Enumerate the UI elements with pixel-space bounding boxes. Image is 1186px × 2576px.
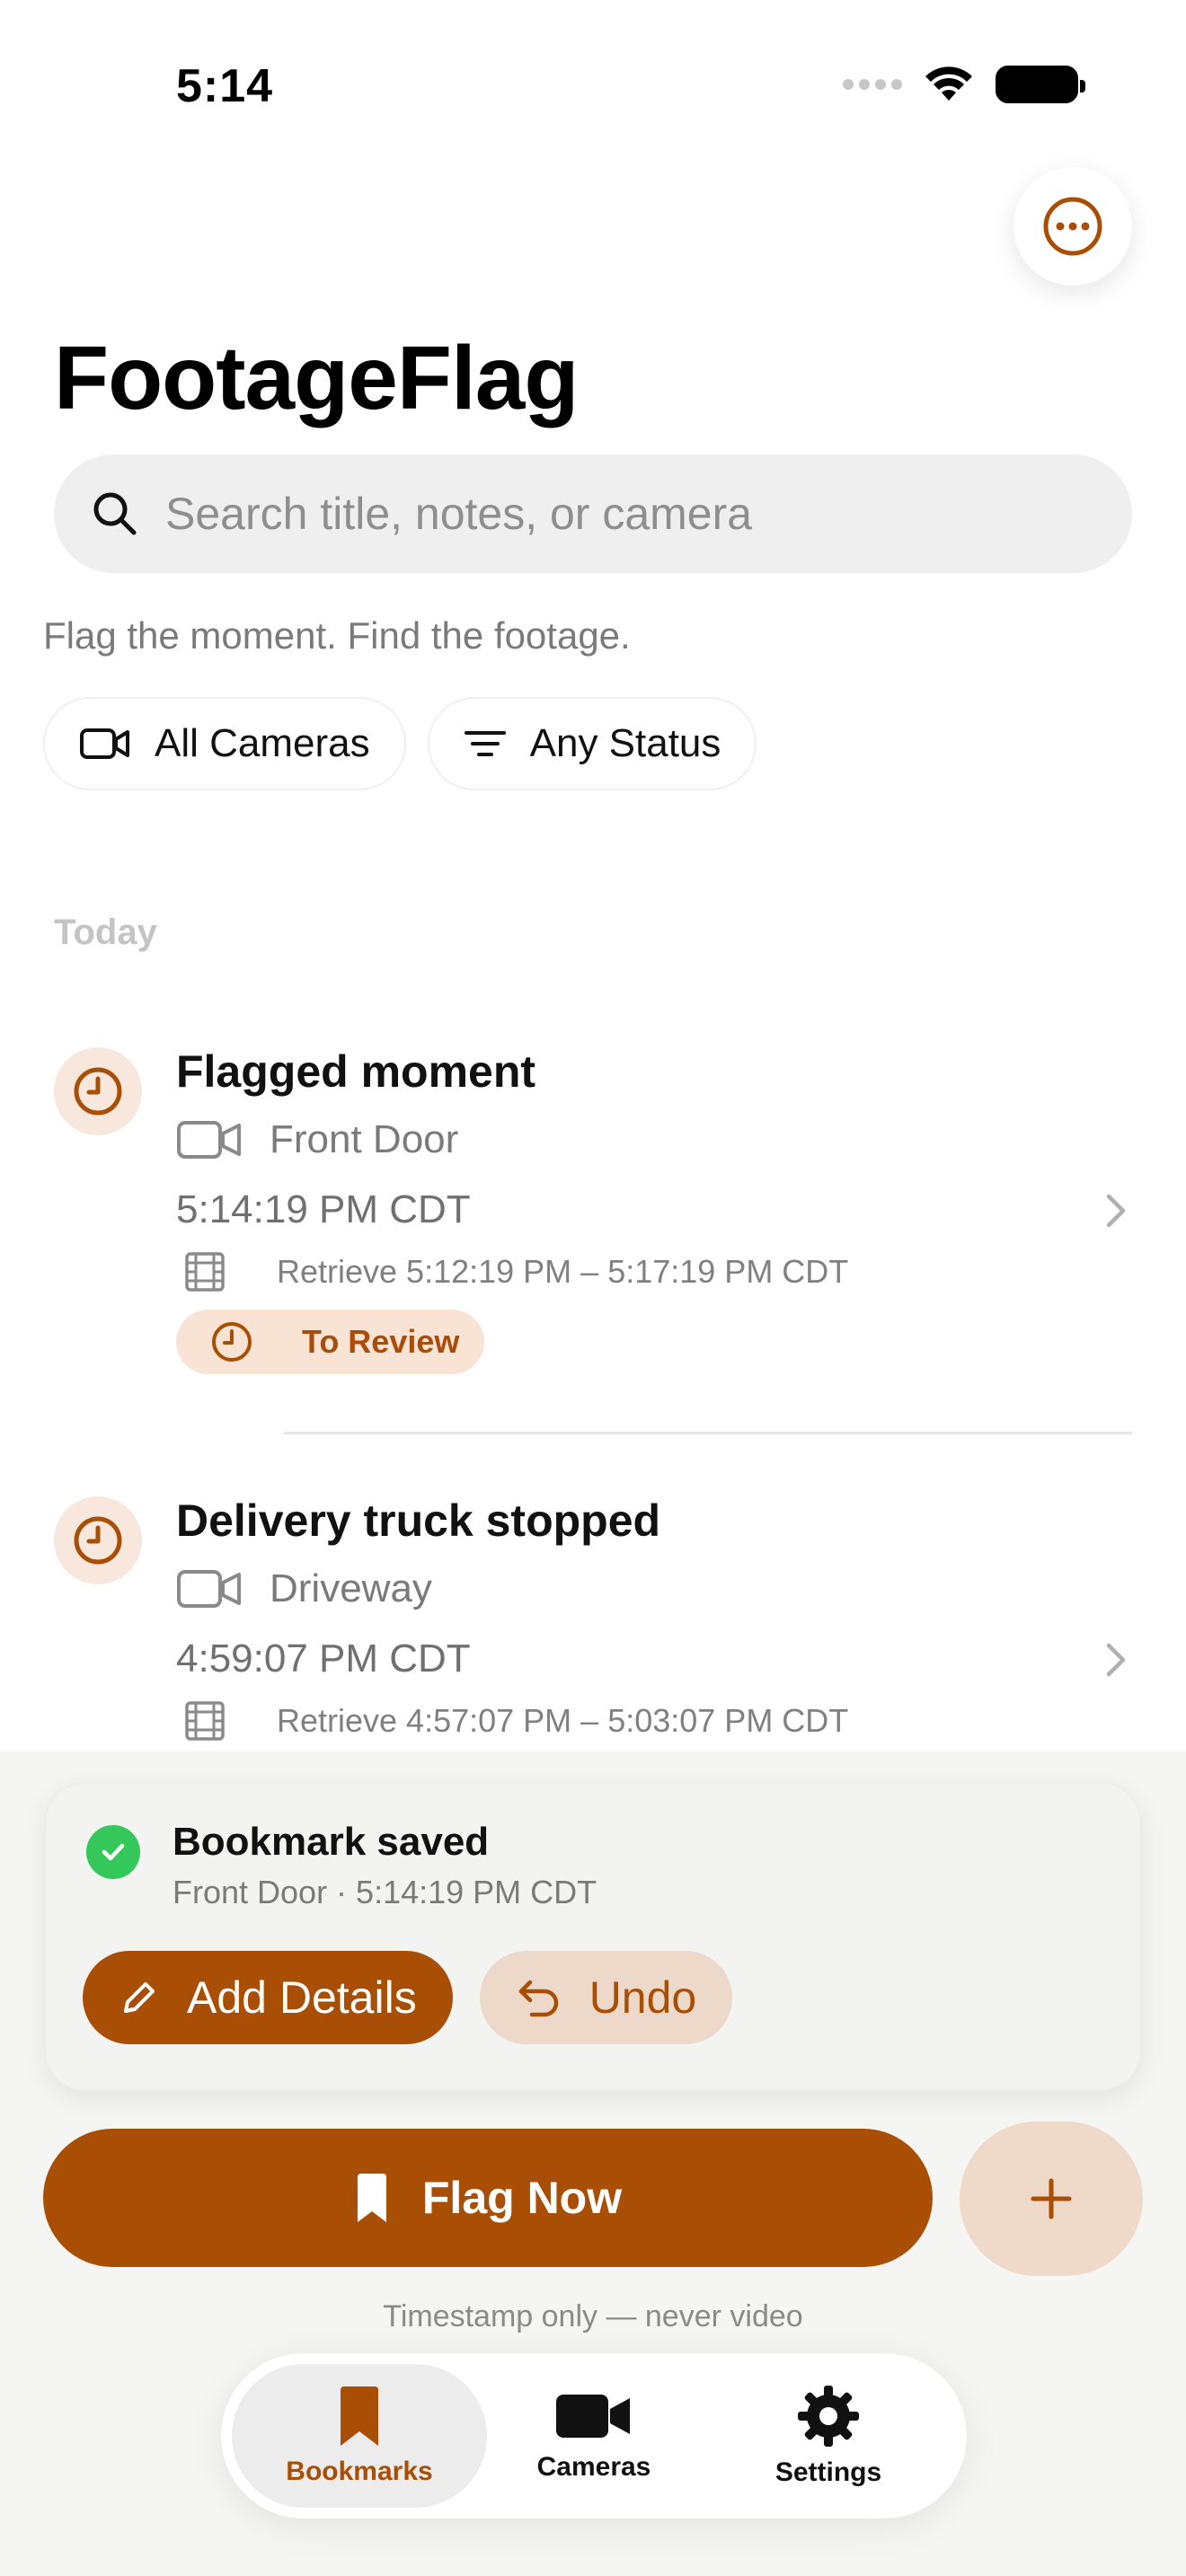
video-camera-icon [556, 2395, 630, 2438]
tab-label: Bookmarks [286, 2457, 433, 2486]
film-icon [185, 1701, 225, 1741]
clock-icon [54, 1047, 142, 1135]
checkmark-circle-icon [86, 1825, 140, 1879]
pencil-icon [124, 1982, 155, 2013]
tagline: Flag the moment. Find the footage. [43, 614, 631, 657]
more-options-button[interactable] [1013, 167, 1132, 286]
footnote: Timestamp only — never video [383, 2299, 803, 2333]
video-camera-icon [177, 1121, 241, 1159]
retrieve-row: Retrieve 4:57:07 PM – 5:03:07 PM CDT [183, 1699, 848, 1742]
filter-any-status[interactable]: Any Status [427, 697, 757, 790]
camera-row: Front Door [176, 1117, 458, 1162]
video-camera-icon [80, 728, 129, 759]
undo-arrow-icon [518, 1980, 558, 2017]
undo-label: Undo [589, 1972, 697, 2023]
camera-row: Driveway [176, 1566, 432, 1611]
filter-label: All Cameras [155, 721, 370, 765]
bookmark-icon [357, 2174, 386, 2222]
toast-subtitle: Front Door · 5:14:19 PM CDT [173, 1874, 597, 1910]
chevron-right-icon [1106, 1194, 1126, 1228]
video-camera-icon [177, 1570, 241, 1608]
bookmark-title: Delivery truck stopped [176, 1495, 661, 1546]
add-details-label: Add Details [187, 1972, 417, 2023]
flag-now-button[interactable]: Flag Now [43, 2129, 933, 2267]
gear-icon [798, 2386, 859, 2447]
bookmark-title: Flagged moment [176, 1046, 536, 1097]
plus-icon [1031, 2178, 1072, 2219]
undo-button[interactable]: Undo [479, 1951, 733, 2044]
tab-bar: Bookmarks Cameras Settings [221, 2353, 967, 2519]
tab-cameras[interactable]: Cameras [466, 2364, 721, 2508]
add-bookmark-button[interactable] [960, 2122, 1143, 2276]
clock-icon [54, 1496, 142, 1584]
section-header: Today [54, 913, 157, 952]
bookmark-icon [341, 2386, 378, 2446]
retrieve-window: Retrieve 4:57:07 PM – 5:03:07 PM CDT [277, 1702, 849, 1739]
retrieve-row: Retrieve 5:12:19 PM – 5:17:19 PM CDT [183, 1250, 848, 1293]
tab-bookmarks[interactable]: Bookmarks [232, 2364, 487, 2508]
status-badge-label: To Review [302, 1323, 460, 1360]
filter-all-cameras[interactable]: All Cameras [43, 697, 406, 790]
status-icons [843, 65, 1085, 104]
search-input[interactable] [165, 488, 1064, 540]
cellular-signal-icon [843, 79, 902, 90]
tab-settings[interactable]: Settings [701, 2364, 956, 2508]
retrieve-window: Retrieve 5:12:19 PM – 5:17:19 PM CDT [277, 1253, 849, 1290]
toast-actions: Add Details Undo [83, 1951, 733, 2044]
camera-name: Driveway [270, 1566, 432, 1610]
bookmark-time: 4:59:07 PM CDT [176, 1636, 471, 1681]
list-item[interactable]: Flagged moment Front Door 5:14:19 PM CDT… [0, 997, 1186, 1446]
search-bar[interactable] [54, 454, 1132, 573]
clock-icon [212, 1322, 252, 1362]
battery-icon [996, 66, 1085, 103]
camera-name: Front Door [270, 1117, 459, 1161]
filter-lines-icon [464, 731, 506, 756]
bookmark-list: Flagged moment Front Door 5:14:19 PM CDT… [0, 997, 1186, 1751]
status-bar: 5:14 [0, 0, 1186, 171]
toast-title: Bookmark saved [173, 1820, 490, 1864]
chevron-right-icon [1106, 1643, 1126, 1677]
status-badge: To Review [176, 1310, 485, 1374]
bookmark-time: 5:14:19 PM CDT [176, 1187, 471, 1231]
film-icon [185, 1252, 225, 1292]
status-time: 5:14 [176, 60, 274, 112]
wifi-icon [925, 66, 972, 101]
page-title: FootageFlag [54, 328, 579, 428]
filter-row: All Cameras Any Status [43, 697, 757, 790]
list-item[interactable]: Delivery truck stopped Driveway 4:59:07 … [0, 1446, 1186, 1751]
tab-label: Cameras [536, 2452, 651, 2482]
bookmark-saved-toast: Bookmark saved Front Door · 5:14:19 PM C… [45, 1782, 1141, 2091]
divider [284, 1432, 1132, 1434]
flag-now-label: Flag Now [421, 2173, 623, 2223]
ellipsis-circle-icon [1043, 197, 1102, 256]
tab-label: Settings [774, 2457, 882, 2487]
search-icon [93, 492, 137, 535]
add-details-button[interactable]: Add Details [83, 1951, 453, 2044]
filter-label: Any Status [529, 721, 721, 765]
